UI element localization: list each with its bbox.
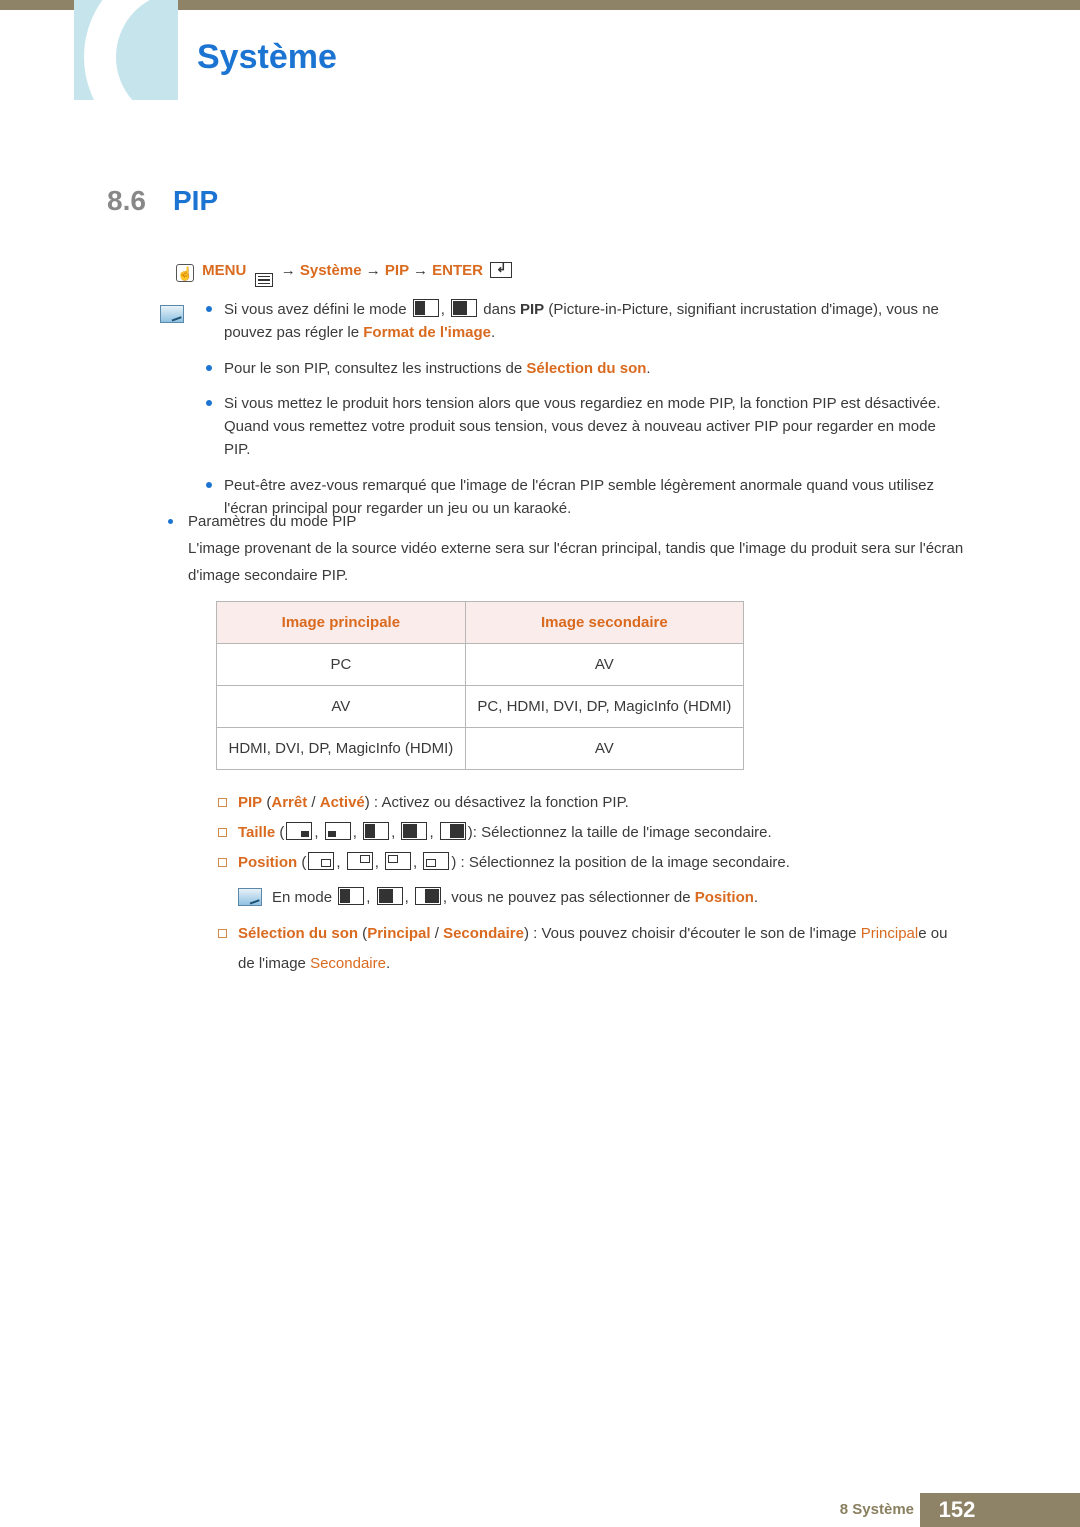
note-list: Si vous avez défini le mode , dans PIP (… <box>224 298 964 520</box>
pip-size-icon <box>286 822 312 840</box>
params-item: Paramètres du mode PIP L'image provenant… <box>160 508 964 979</box>
nav-menu: MENU <box>202 262 246 279</box>
enter-icon <box>490 262 512 278</box>
text: . <box>754 889 758 906</box>
text-highlight: Format de l'image <box>363 324 491 341</box>
opt-desc: : Activez ou désactivez la fonction PIP. <box>370 794 629 811</box>
pip-pos-icon <box>347 852 373 870</box>
opt-label: Sélection du son <box>238 925 358 942</box>
pip-pos-icon <box>308 852 334 870</box>
pip-mode-icon <box>415 887 441 905</box>
table-cell: PC <box>217 644 466 686</box>
note-item: Si vous mettez le produit hors tension a… <box>224 392 964 462</box>
option-taille: Taille (, , , , ): Sélectionnez la taill… <box>218 818 964 848</box>
opt-label: Position <box>238 854 297 871</box>
options-list: PIP (Arrêt / Activé) : Activez ou désact… <box>218 788 964 979</box>
footer-edge <box>994 1493 1080 1527</box>
text: . <box>491 324 495 341</box>
pip-mode-icon <box>377 887 403 905</box>
footer-chapter-label: 8 Système <box>840 1501 914 1518</box>
menu-path: ☝ MENU → Système → PIP → ENTER <box>176 262 512 287</box>
opt-value: Principal <box>367 925 430 942</box>
pip-mode-icon <box>451 299 477 317</box>
option-position: Position (, , , ) : Sélectionnez la posi… <box>218 848 964 911</box>
chapter-tab-decoration <box>74 0 178 100</box>
opt-value: Arrêt <box>271 794 307 811</box>
opt-label: PIP <box>238 794 262 811</box>
text: Pour le son PIP, consultez les instructi… <box>224 360 526 377</box>
table-cell: AV <box>465 644 743 686</box>
text: , vous ne pouvez pas sélectionner de <box>443 889 695 906</box>
nav-pip: PIP <box>385 262 409 279</box>
note-icon <box>160 305 184 323</box>
nav-enter: ENTER <box>432 262 483 279</box>
text: . <box>386 955 390 972</box>
text-highlight: Position <box>695 889 754 906</box>
table-cell: HDMI, DVI, DP, MagicInfo (HDMI) <box>217 728 466 770</box>
note-item: Si vous avez défini le mode , dans PIP (… <box>224 298 964 345</box>
table-row: AV PC, HDMI, DVI, DP, MagicInfo (HDMI) <box>217 686 744 728</box>
text: Si vous avez défini le mode <box>224 301 411 318</box>
opt-label: Taille <box>238 824 275 841</box>
source-table: Image principale Image secondaire PC AV … <box>216 601 744 770</box>
pip-pos-icon <box>423 852 449 870</box>
section-number: 8.6 <box>107 185 146 217</box>
opt-value: Secondaire <box>443 925 524 942</box>
pip-pos-icon <box>385 852 411 870</box>
text-highlight: Secondaire <box>310 955 386 972</box>
nav-systeme: Système <box>300 262 362 279</box>
pip-size-icon <box>440 822 466 840</box>
table-cell: AV <box>465 728 743 770</box>
section-title: PIP <box>173 185 218 217</box>
hand-icon: ☝ <box>176 264 194 282</box>
params-heading: Paramètres du mode PIP <box>188 513 356 530</box>
pip-size-icon <box>325 822 351 840</box>
opt-desc: : Sélectionnez la taille de l'image seco… <box>473 824 772 841</box>
text-highlight: Sélection du son <box>526 360 646 377</box>
note-item: Pour le son PIP, consultez les instructi… <box>224 357 964 380</box>
page-number: 152 <box>920 1493 994 1527</box>
opt-desc: : Vous pouvez choisir d'écouter le son d… <box>529 925 861 942</box>
table-cell: PC, HDMI, DVI, DP, MagicInfo (HDMI) <box>465 686 743 728</box>
table-cell: AV <box>217 686 466 728</box>
opt-value: Activé <box>320 794 365 811</box>
text-highlight: Principal <box>861 925 919 942</box>
pip-size-icon <box>363 822 389 840</box>
opt-desc: : Sélectionnez la position de la image s… <box>456 854 790 871</box>
footer: 8 Système 152 <box>0 1493 1080 1527</box>
note-block: Si vous avez défini le mode , dans PIP (… <box>160 298 964 532</box>
text-bold: PIP <box>520 301 544 318</box>
menu-bars-icon <box>255 273 273 287</box>
position-note: En mode , , , vous ne pouvez pas sélecti… <box>272 884 964 911</box>
params-desc: L'image provenant de la source vidéo ext… <box>188 540 963 584</box>
text: . <box>646 360 650 377</box>
note-icon <box>238 888 262 906</box>
pip-size-icon <box>401 822 427 840</box>
option-pip: PIP (Arrêt / Activé) : Activez ou désact… <box>218 788 964 818</box>
table-header: Image secondaire <box>465 602 743 644</box>
pip-mode-icon <box>413 299 439 317</box>
chapter-title: Système <box>197 38 337 77</box>
pip-mode-icon <box>338 887 364 905</box>
table-header: Image principale <box>217 602 466 644</box>
table-row: HDMI, DVI, DP, MagicInfo (HDMI) AV <box>217 728 744 770</box>
text: dans <box>483 301 520 318</box>
content-list: Paramètres du mode PIP L'image provenant… <box>160 508 964 979</box>
text: En mode <box>272 889 336 906</box>
option-son: Sélection du son (Principal / Secondaire… <box>218 919 964 979</box>
table-row: PC AV <box>217 644 744 686</box>
